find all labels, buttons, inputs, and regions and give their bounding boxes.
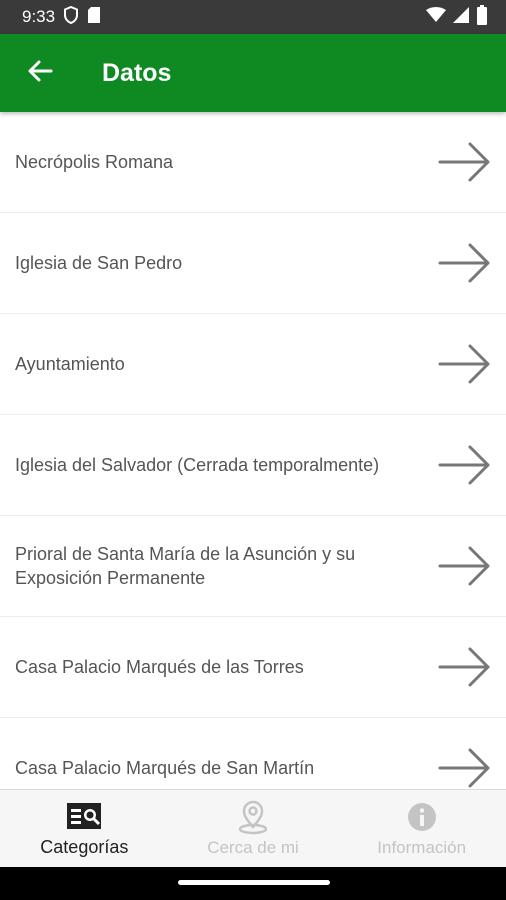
list-item-label: Iglesia de San Pedro: [15, 253, 183, 273]
arrow-right-icon: [438, 746, 492, 789]
places-list: Necrópolis Romana Iglesia de San Pedro A…: [0, 112, 506, 789]
status-right: [426, 4, 488, 30]
shield-icon: [63, 5, 79, 29]
location-pin-icon: [236, 800, 270, 834]
status-time: 9:33: [22, 7, 56, 26]
map-book-icon: [66, 799, 102, 833]
list-item-label: Necrópolis Romana: [15, 152, 174, 172]
list-item-label: Iglesia del Salvador (Cerrada temporalme…: [15, 455, 380, 475]
list-item-label: Prioral de Santa María de la Asunción y …: [15, 544, 356, 588]
arrow-right-icon: [438, 241, 492, 285]
page-title: Datos: [102, 58, 172, 87]
list-item-label: Casa Palacio Marqués de San Martín: [15, 758, 315, 778]
status-left: 9:33: [22, 5, 101, 29]
list-item[interactable]: Iglesia del Salvador (Cerrada temporalme…: [0, 415, 506, 516]
nav-item-informacion[interactable]: Información: [337, 790, 506, 867]
list-item[interactable]: Casa Palacio Marqués de las Torres: [0, 617, 506, 718]
nav-item-cerca-de-mi[interactable]: Cerca de mi: [169, 790, 338, 867]
wifi-icon: [426, 6, 446, 28]
signal-icon: [452, 6, 470, 29]
bottom-navigation: Categorías Cerca de mi Información: [0, 789, 506, 867]
nav-item-categorias[interactable]: Categorías: [0, 790, 169, 867]
list-item-label: Ayuntamiento: [15, 354, 125, 374]
arrow-right-icon: [438, 140, 492, 184]
sd-card-icon: [87, 6, 101, 29]
nav-label: Información: [377, 837, 467, 857]
nav-label: Categorías: [40, 837, 129, 857]
gesture-bar: [0, 867, 506, 900]
arrow-right-icon: [438, 544, 492, 588]
arrow-left-icon: [27, 59, 53, 88]
list-item[interactable]: Casa Palacio Marqués de San Martín: [0, 718, 506, 789]
list-item[interactable]: Ayuntamiento: [0, 314, 506, 415]
battery-icon: [476, 4, 488, 30]
list-item[interactable]: Necrópolis Romana: [0, 112, 506, 213]
home-gesture-handle[interactable]: [178, 880, 330, 885]
list-item[interactable]: Iglesia de San Pedro: [0, 213, 506, 314]
info-icon: [406, 800, 438, 834]
status-bar: 9:33: [0, 0, 506, 34]
arrow-right-icon: [438, 342, 492, 386]
back-button[interactable]: [0, 34, 80, 112]
arrow-right-icon: [438, 645, 492, 689]
app-bar: Datos: [0, 34, 506, 112]
nav-label: Cerca de mi: [207, 837, 299, 857]
list-item-label: Casa Palacio Marqués de las Torres: [15, 657, 304, 677]
arrow-right-icon: [438, 443, 492, 487]
list-item[interactable]: Prioral de Santa María de la Asunción y …: [0, 516, 506, 617]
